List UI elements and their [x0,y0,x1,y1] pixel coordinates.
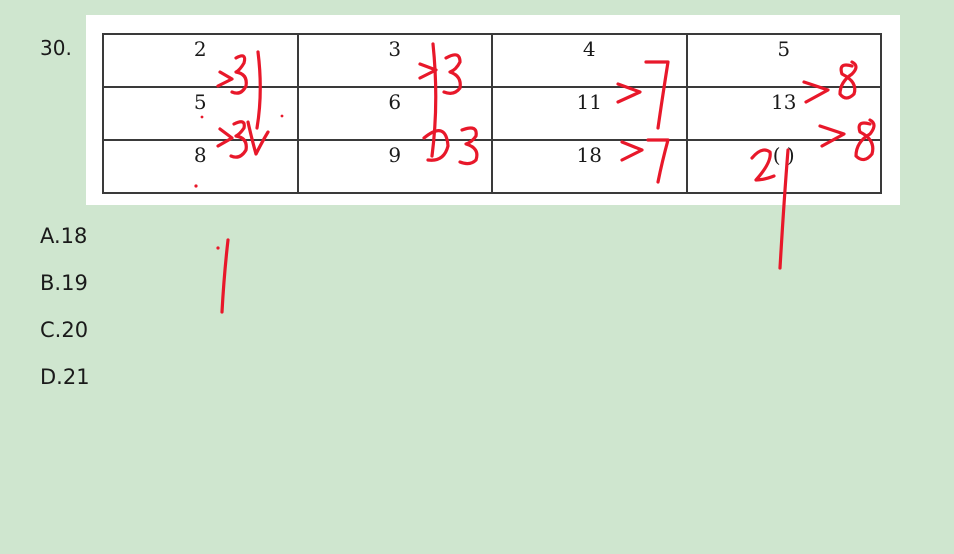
table-cell-answer: ( ) [685,139,882,194]
question-figure: 2 3 4 5 5 6 11 13 8 9 18 ( ) [86,15,900,205]
table-cell: 13 [685,86,882,141]
option-a[interactable]: A.18 [40,222,90,269]
table-cell: 5 [102,86,299,141]
table-cell: 4 [491,33,688,88]
option-d[interactable]: D.21 [40,363,90,410]
question-number: 30. [40,36,72,60]
table-cell: 5 [685,33,882,88]
table-row: 5 6 11 13 [102,86,882,141]
table-cell: 6 [296,86,493,141]
table-cell: 18 [491,139,688,194]
table-cell: 8 [102,139,299,194]
answer-options: A.18 B.19 C.20 D.21 [40,222,90,410]
number-grid: 2 3 4 5 5 6 11 13 8 9 18 ( ) [102,33,882,194]
table-cell: 2 [102,33,299,88]
table-cell: 11 [491,86,688,141]
table-cell: 9 [296,139,493,194]
table-row: 2 3 4 5 [102,33,882,88]
vertical-stroke [220,238,230,314]
option-c[interactable]: C.20 [40,316,90,363]
table-cell: 3 [296,33,493,88]
option-b[interactable]: B.19 [40,269,90,316]
table-row: 8 9 18 ( ) [102,139,882,194]
